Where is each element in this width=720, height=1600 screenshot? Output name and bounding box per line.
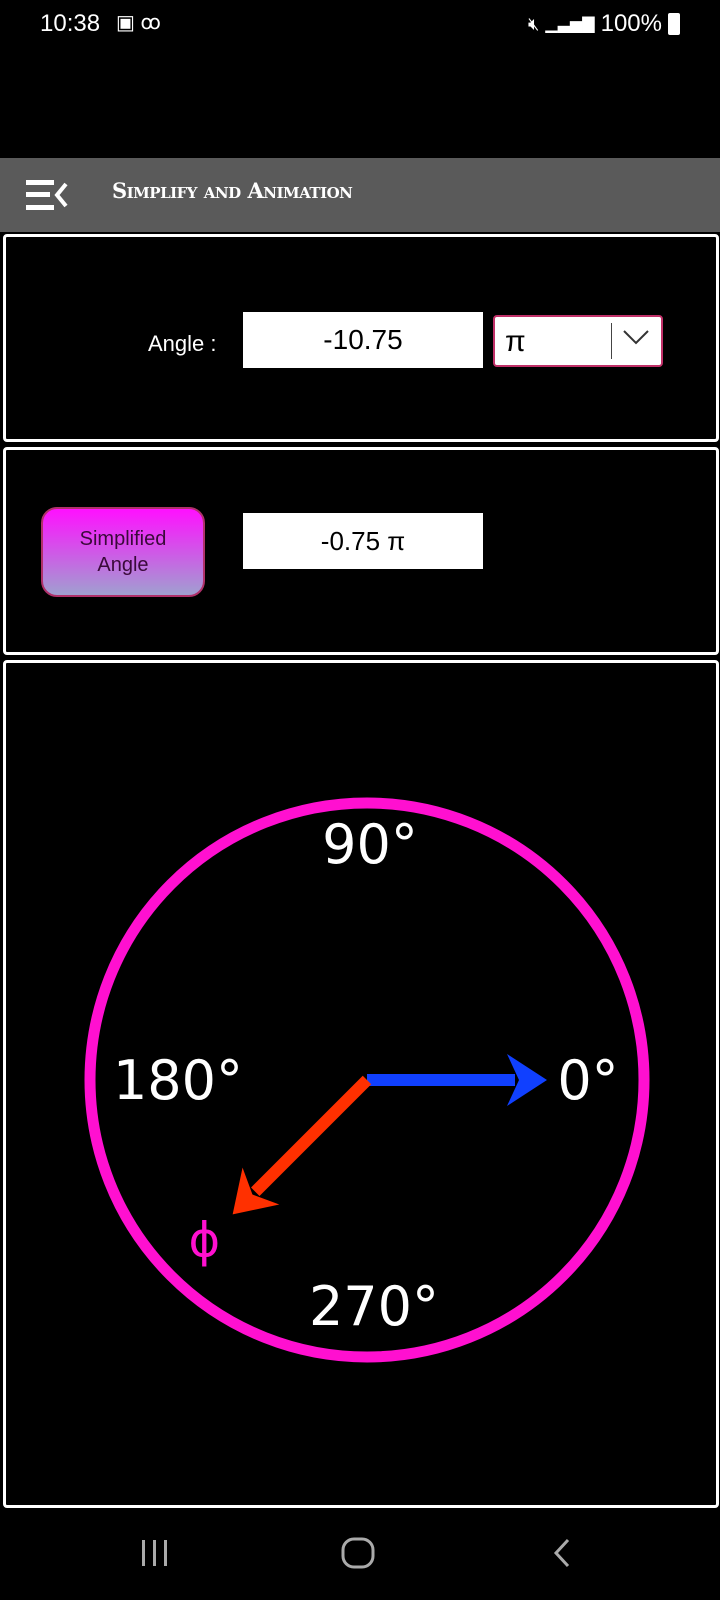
clock: 10:38 <box>40 10 101 37</box>
signal-icon: ▁▃▅▇ <box>545 16 595 33</box>
phi-label: ϕ <box>189 1213 221 1269</box>
simplified-angle-output: -0.75 π <box>243 513 483 569</box>
label-180: 180° <box>113 1049 243 1112</box>
button-label-line2: Angle <box>97 554 149 576</box>
app-bar: Simplify and Animation <box>0 158 720 232</box>
battery-icon <box>668 13 680 35</box>
voicemail-icon: ꝏ <box>140 12 161 34</box>
label-270: 270° <box>309 1275 439 1338</box>
unit-dropdown[interactable]: π <box>493 315 663 367</box>
reference-arrow <box>367 1054 547 1106</box>
unit-selected-value: π <box>505 325 526 358</box>
angle-input[interactable]: -10.75 <box>243 312 483 368</box>
button-label-line1: Simplified <box>79 528 167 550</box>
label-90: 90° <box>322 813 418 876</box>
angle-arrow <box>232 1075 372 1215</box>
battery-percent: 100% <box>600 10 662 37</box>
status-bar: 10:38 ▣ ꝏ 🔇︎ ▁▃▅▇ 100% <box>0 0 720 48</box>
angle-label: Angle : <box>148 331 217 356</box>
chevron-down-icon <box>623 330 649 345</box>
home-icon[interactable] <box>340 1536 376 1572</box>
gallery-icon: ▣ <box>116 12 135 34</box>
arrow-shaft <box>251 1075 372 1196</box>
navigation-bar <box>0 1508 720 1600</box>
simplify-button[interactable]: Simplified Angle <box>41 507 205 597</box>
mute-icon: 🔇︎ <box>528 13 540 34</box>
back-icon[interactable] <box>548 1536 584 1572</box>
angle-dial: 90° 180° 0° 270° ϕ <box>84 797 650 1363</box>
input-panel: Angle : -10.75 π <box>3 234 719 442</box>
animation-panel: 90° 180° 0° 270° ϕ <box>3 660 719 1508</box>
menu-collapse-icon[interactable] <box>24 178 70 212</box>
page-title: Simplify and Animation <box>112 178 353 203</box>
recents-icon[interactable] <box>138 1536 174 1572</box>
dropdown-divider <box>611 323 612 359</box>
result-panel: Simplified Angle -0.75 π <box>3 447 719 655</box>
notification-icons: ▣ ꝏ <box>116 10 161 35</box>
label-0: 0° <box>557 1049 618 1112</box>
